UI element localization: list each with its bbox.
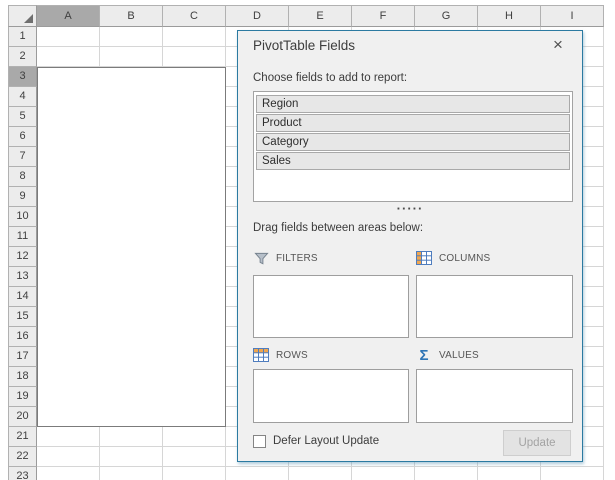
row-header[interactable]: 12 [8, 247, 37, 267]
row-header[interactable]: 21 [8, 427, 37, 447]
row-header[interactable]: 11 [8, 227, 37, 247]
columns-area-header: COLUMNS [416, 249, 490, 267]
defer-layout-label: Defer Layout Update [273, 435, 379, 447]
row-header[interactable]: 16 [8, 327, 37, 347]
row-header[interactable]: 22 [8, 447, 37, 467]
columns-drop-area[interactable] [416, 275, 573, 338]
column-header[interactable]: H [478, 5, 541, 27]
column-header[interactable]: G [415, 5, 478, 27]
table-columns-icon [416, 251, 432, 266]
field-list-item[interactable]: Category [256, 133, 570, 151]
column-header[interactable]: C [163, 5, 226, 27]
row-header[interactable]: 10 [8, 207, 37, 227]
row-header[interactable]: 15 [8, 307, 37, 327]
defer-layout-row: Defer Layout Update [253, 432, 379, 450]
filters-area-header: FILTERS [253, 249, 318, 267]
row-header[interactable]: 9 [8, 187, 37, 207]
rows-label: ROWS [276, 350, 308, 361]
rows-drop-area[interactable] [253, 369, 409, 423]
field-list-item[interactable]: Product [256, 114, 570, 132]
select-all-corner[interactable] [8, 5, 37, 27]
row-header[interactable]: 3 [8, 67, 37, 87]
row-header[interactable]: 6 [8, 127, 37, 147]
row-header[interactable]: 13 [8, 267, 37, 287]
pivottable-fields-pane: PivotTable Fields × Choose fields to add… [237, 30, 583, 462]
row-header[interactable]: 1 [8, 27, 37, 47]
row-header[interactable]: 5 [8, 107, 37, 127]
field-list-item[interactable]: Sales [256, 152, 570, 170]
row-header[interactable]: 7 [8, 147, 37, 167]
row-header[interactable]: 4 [8, 87, 37, 107]
column-header[interactable]: A [37, 5, 100, 27]
filters-drop-area[interactable] [253, 275, 409, 338]
update-button[interactable]: Update [503, 430, 571, 456]
row-header[interactable]: 14 [8, 287, 37, 307]
values-drop-area[interactable] [416, 369, 573, 423]
row-header[interactable]: 17 [8, 347, 37, 367]
choose-fields-label: Choose fields to add to report: [253, 72, 407, 84]
row-header[interactable]: 18 [8, 367, 37, 387]
row-header[interactable]: 2 [8, 47, 37, 67]
columns-label: COLUMNS [439, 253, 490, 264]
row-header[interactable]: 20 [8, 407, 37, 427]
pane-title: PivotTable Fields [253, 38, 355, 53]
values-label: VALUES [439, 350, 479, 361]
filters-label: FILTERS [276, 253, 318, 264]
column-header[interactable]: B [100, 5, 163, 27]
pivot-table-placeholder[interactable] [37, 67, 226, 427]
app-window: ABCDEFGHI 123456789101112131415161718192… [0, 0, 615, 480]
column-header[interactable]: F [352, 5, 415, 27]
row-headers: 1234567891011121314151617181920212223 [8, 27, 37, 480]
funnel-icon [253, 251, 269, 266]
field-list-item[interactable]: Region [256, 95, 570, 113]
values-area-header: Σ VALUES [416, 346, 479, 364]
defer-layout-checkbox[interactable] [253, 435, 266, 448]
row-header[interactable]: 8 [8, 167, 37, 187]
row-header[interactable]: 19 [8, 387, 37, 407]
row-header[interactable]: 23 [8, 467, 37, 480]
sigma-icon: Σ [416, 348, 432, 363]
corner-triangle-icon [24, 14, 33, 23]
column-header[interactable]: E [289, 5, 352, 27]
close-icon[interactable]: × [547, 34, 569, 56]
drag-fields-label: Drag fields between areas below: [253, 222, 423, 234]
pane-splitter-handle[interactable]: ····· [238, 203, 582, 217]
column-headers: ABCDEFGHI [37, 5, 604, 27]
rows-area-header: ROWS [253, 346, 308, 364]
table-rows-icon [253, 348, 269, 363]
column-header[interactable]: I [541, 5, 604, 27]
column-header[interactable]: D [226, 5, 289, 27]
field-list: RegionProductCategorySales [253, 91, 573, 202]
